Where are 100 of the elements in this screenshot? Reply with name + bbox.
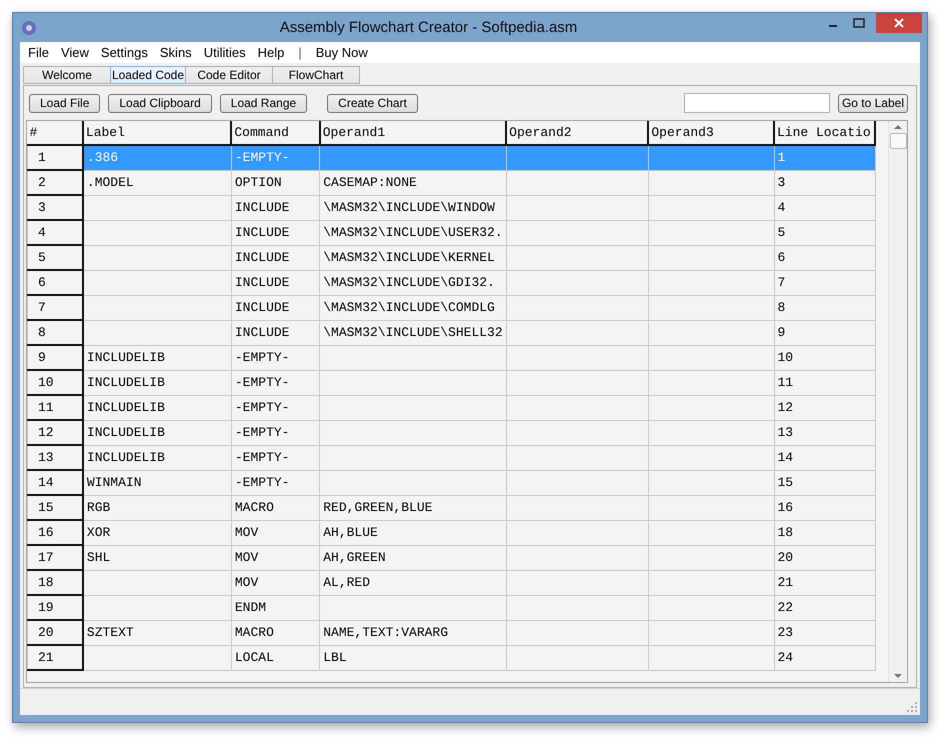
menu-item[interactable]: View — [54, 45, 95, 60]
row-header[interactable]: 11 — [28, 395, 83, 420]
table-cell: \MASM32\INCLUDE\SHELL32 — [320, 320, 506, 345]
table-cell: INCLUDELIB — [82, 445, 232, 470]
table-cell: INCLUDELIB — [82, 420, 232, 445]
row-header[interactable]: 15 — [28, 495, 83, 520]
table-cell: 15 — [774, 470, 875, 495]
table-cell: -EMPTY- — [231, 395, 320, 420]
table-cell: INCLUDE — [231, 295, 320, 320]
table-cell: INCLUDE — [231, 245, 320, 270]
table-cell: 14 — [774, 445, 875, 470]
table-cell: SZTEXT — [82, 620, 232, 645]
table-cell: INCLUDE — [231, 320, 320, 345]
menu-item[interactable]: Utilities — [198, 45, 252, 60]
tab[interactable]: Code Editor — [185, 66, 273, 84]
table-cell: \MASM32\INCLUDE\USER32. — [320, 220, 506, 245]
row-header[interactable]: 16 — [28, 520, 83, 545]
table-cell: RGB — [82, 495, 232, 520]
table-cell: -EMPTY- — [231, 470, 320, 495]
table-cell: RED,GREEN,BLUE — [320, 495, 506, 520]
table-cell: XOR — [82, 520, 232, 545]
row-header[interactable]: 6 — [28, 270, 83, 295]
menu-separator: | — [297, 45, 303, 60]
table-cell: CASEMAP:NONE — [320, 170, 506, 195]
menu-item[interactable]: Buy Now — [310, 45, 374, 60]
row-header[interactable]: 18 — [28, 570, 83, 595]
scrollbar-thumb[interactable] — [890, 133, 906, 149]
column-header[interactable]: Label — [82, 121, 232, 145]
table-cell: 21 — [774, 570, 875, 595]
table-cell: 1 — [774, 145, 875, 170]
table-cell: 16 — [774, 495, 875, 520]
row-header[interactable]: 7 — [28, 295, 83, 320]
close-button[interactable] — [876, 13, 922, 33]
table-cell: -EMPTY- — [231, 420, 320, 445]
menu-item[interactable]: Help — [252, 45, 290, 60]
menu-item[interactable]: Settings — [94, 45, 154, 60]
column-header[interactable]: Command — [231, 121, 320, 145]
row-header[interactable]: 12 — [28, 420, 83, 445]
row-header[interactable]: 14 — [28, 470, 83, 495]
label-search-field[interactable] — [684, 93, 830, 113]
table-cell: INCLUDE — [231, 220, 320, 245]
row-header[interactable]: 8 — [28, 320, 83, 345]
toolbar-button[interactable]: Load File — [29, 94, 100, 112]
row-header[interactable]: 17 — [28, 545, 83, 570]
toolbar-button[interactable]: Load Range — [220, 94, 308, 112]
row-header[interactable]: 1 — [28, 145, 83, 170]
row-header[interactable]: 9 — [28, 345, 83, 370]
table-cell: AH,BLUE — [320, 520, 506, 545]
tab[interactable]: Loaded Code — [110, 66, 186, 84]
table-cell: \MASM32\INCLUDE\WINDOW — [320, 195, 506, 220]
row-header[interactable]: 20 — [28, 620, 83, 645]
table-cell: LOCAL — [231, 645, 320, 670]
toolbar-button[interactable]: Load Clipboard — [108, 94, 212, 112]
row-header[interactable]: 21 — [28, 645, 83, 670]
table-cell: MOV — [231, 570, 320, 595]
go-to-label-button[interactable]: Go to Label — [838, 94, 908, 112]
app-icon — [21, 20, 37, 36]
table-cell: -EMPTY- — [231, 145, 320, 170]
column-header[interactable]: Line Locatio — [774, 121, 875, 145]
table-cell: -EMPTY- — [231, 445, 320, 470]
table-cell: 8 — [774, 295, 875, 320]
table-cell: 6 — [774, 245, 875, 270]
toolbar-button[interactable]: Create Chart — [327, 94, 418, 112]
menu-item[interactable]: Skins — [154, 45, 198, 60]
row-header[interactable]: 10 — [28, 370, 83, 395]
table-cell: SHL — [82, 545, 232, 570]
table-cell: 7 — [774, 270, 875, 295]
row-header[interactable]: 19 — [28, 595, 83, 620]
table-cell: AL,RED — [320, 570, 506, 595]
row-header[interactable]: 3 — [28, 195, 83, 220]
table-cell: \MASM32\INCLUDE\GDI32. — [320, 270, 506, 295]
tab[interactable]: FlowChart — [272, 66, 360, 84]
row-header[interactable]: 13 — [28, 445, 83, 470]
minimize-icon — [829, 25, 837, 27]
column-header[interactable]: Operand1 — [320, 121, 506, 145]
table-cell: -EMPTY- — [231, 370, 320, 395]
table-cell: 24 — [774, 645, 875, 670]
table-cell: 9 — [774, 320, 875, 345]
table-cell: .386 — [82, 145, 232, 170]
table-cell: INCLUDE — [231, 270, 320, 295]
row-header[interactable]: 2 — [28, 170, 83, 195]
tab[interactable]: Welcome — [23, 66, 111, 84]
table-cell: 20 — [774, 545, 875, 570]
table-cell: 3 — [774, 170, 875, 195]
table-cell: 10 — [774, 345, 875, 370]
resize-grip-icon[interactable] — [906, 701, 918, 713]
row-header[interactable]: 5 — [28, 245, 83, 270]
vertical-scrollbar[interactable] — [888, 121, 907, 682]
table-cell: 4 — [774, 195, 875, 220]
table-cell: INCLUDE — [231, 195, 320, 220]
column-header[interactable]: Operand3 — [648, 121, 774, 145]
row-header[interactable]: 4 — [28, 220, 83, 245]
column-header[interactable]: Operand2 — [506, 121, 648, 145]
table-cell: MOV — [231, 545, 320, 570]
table-cell: .MODEL — [82, 170, 232, 195]
table-cell: 22 — [774, 595, 875, 620]
table-cell: INCLUDELIB — [82, 345, 232, 370]
column-header[interactable]: # — [28, 121, 83, 145]
menu-item[interactable]: File — [22, 45, 55, 60]
table-cell: MOV — [231, 520, 320, 545]
